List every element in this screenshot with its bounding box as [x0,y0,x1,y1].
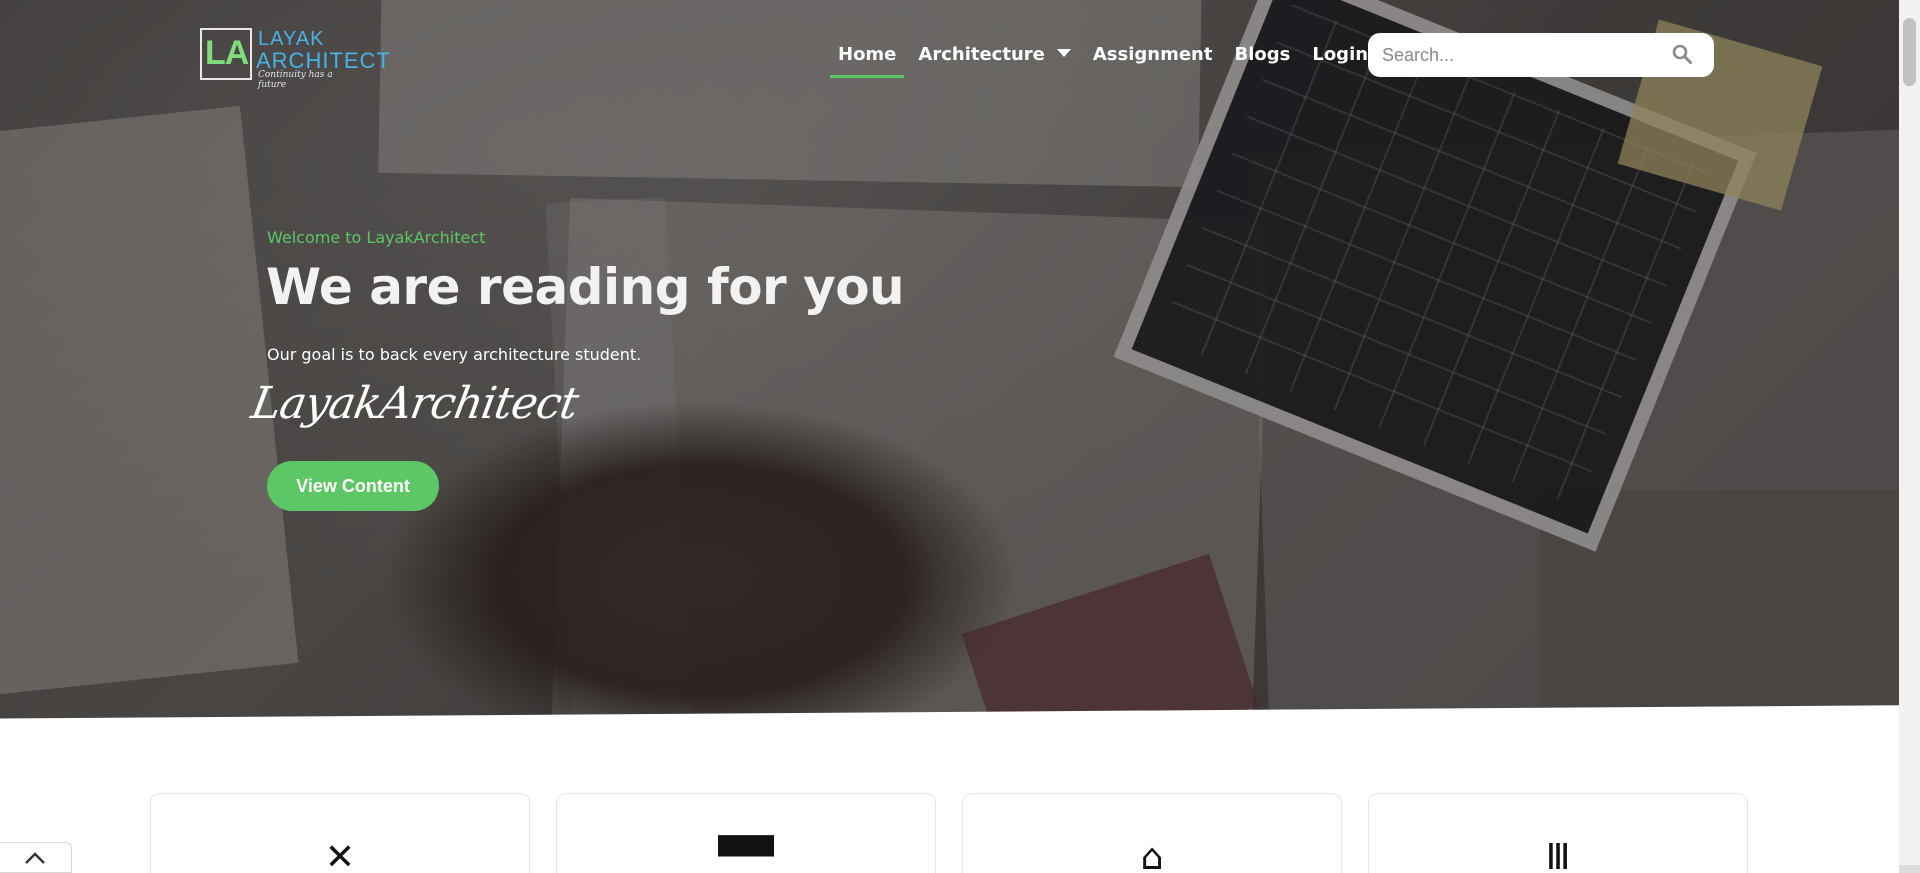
nav-home[interactable]: Home [829,44,905,78]
back-to-top-button[interactable] [0,842,72,873]
tools-icon: ✕ [324,837,356,873]
page-scrollbar[interactable] [1899,0,1920,873]
hero-signature: LayakArchitect [247,378,582,429]
nav-architecture-label: Architecture [918,44,1045,65]
search-box [1368,33,1714,77]
view-content-button[interactable]: View Content [267,461,439,511]
feature-card[interactable]: Ⅲ [1368,793,1748,873]
feature-card[interactable]: ✕ [150,793,530,873]
hero-section [0,0,1899,745]
search-input[interactable] [1382,33,1662,77]
feature-card[interactable]: ▀▀ [556,793,936,873]
nav-architecture[interactable]: Architecture [918,44,1071,75]
main-nav: Home Architecture Assignment Blogs Login [829,44,1390,78]
site-logo[interactable]: LA LAYAK ARCHITECT Continuity has a futu… [200,28,390,90]
hero-welcome: Welcome to LayakArchitect [267,228,486,247]
house-icon: ⌂ [1140,837,1164,873]
column-icon: Ⅲ [1545,837,1571,873]
hero-overlay [0,0,1899,745]
nav-login[interactable]: Login [1312,44,1368,75]
feature-card[interactable]: ⌂ [962,793,1342,873]
building-icon: ▀▀ [718,837,774,873]
nav-assignment[interactable]: Assignment [1093,44,1213,75]
search-icon[interactable] [1672,44,1692,64]
hero-headline: We are reading for you [266,258,905,316]
scrollbar-track-end [1899,865,1920,873]
scrollbar-thumb[interactable] [1903,18,1916,86]
chevron-up-icon [25,852,45,864]
caret-down-icon [1056,49,1071,57]
hero-subtitle: Our goal is to back every architecture s… [267,345,642,364]
nav-blogs[interactable]: Blogs [1234,44,1290,75]
logo-monogram: LA [205,34,249,72]
logo-tagline: Continuity has a future [258,70,333,90]
feature-cards: ✕ ▀▀ ⌂ Ⅲ [150,793,1750,873]
